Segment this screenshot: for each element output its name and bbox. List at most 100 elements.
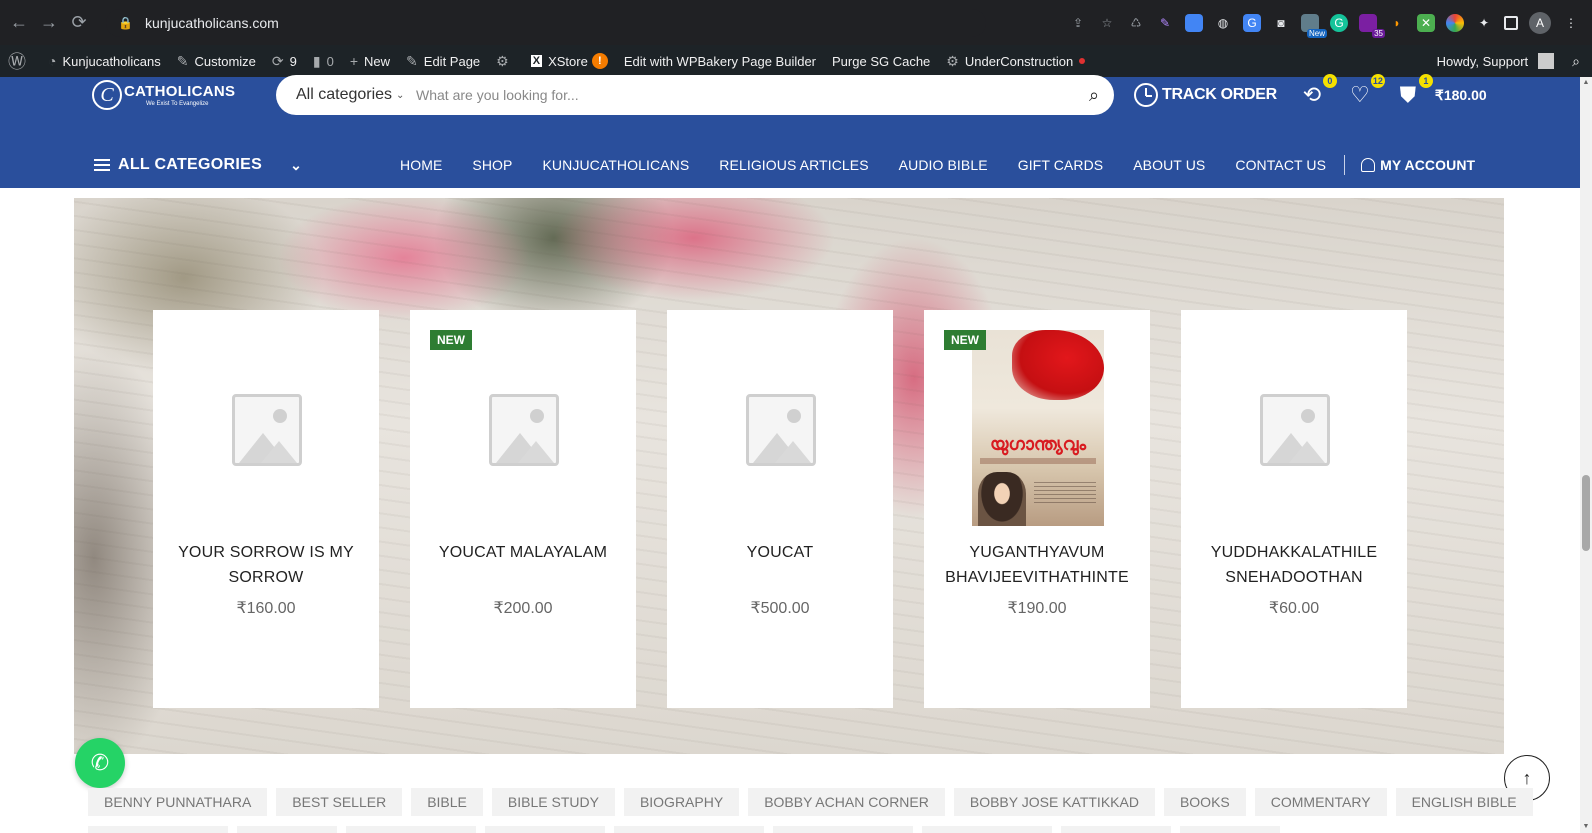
product-card[interactable]: യുഗാന്ത്യവും NEW YUGANTHYAVUM BHAVIJEEVIT…: [924, 310, 1150, 708]
tag-link[interactable]: ENGLISH BIBLE: [1395, 788, 1533, 816]
product-tags-row-2: [88, 826, 1488, 833]
color-ext-icon[interactable]: [1446, 14, 1464, 32]
recycle-icon[interactable]: ♺: [1127, 14, 1145, 32]
menu-contact-us[interactable]: CONTACT US: [1235, 157, 1326, 173]
grammarly-icon[interactable]: G: [1330, 14, 1348, 32]
menu-kunjucatholicans[interactable]: KUNJUCATHOLICANS: [542, 157, 689, 173]
menu: HOME SHOP KUNJUCATHOLICANS RELIGIOUS ART…: [400, 155, 1475, 175]
compare-icon[interactable]: ⟲ 0: [1299, 74, 1337, 108]
product-title[interactable]: YUDDHAKKALATHILE SNEHADOOTHAN: [1181, 540, 1407, 590]
scroll-down-icon[interactable]: ▼: [1582, 823, 1590, 831]
scroll-up-icon[interactable]: ▲: [1582, 79, 1590, 87]
tag-link[interactable]: BIBLE STUDY: [491, 788, 615, 816]
product-title[interactable]: YUGANTHYAVUM BHAVIJEEVITHATHINTE: [924, 540, 1150, 590]
menu-home[interactable]: HOME: [400, 157, 442, 173]
cart-icon[interactable]: ⛊ 1: [1395, 74, 1433, 108]
search-icon[interactable]: ⌕: [1074, 85, 1114, 106]
track-order-link[interactable]: TRACK ORDER: [1134, 83, 1277, 107]
category-select[interactable]: All categories ⌄: [276, 86, 416, 104]
orange-ext-icon[interactable]: ◗: [1388, 14, 1406, 32]
wp-customize-link[interactable]: ✎ Customize: [169, 45, 264, 77]
wp-under-construction-label: UnderConstruction: [964, 53, 1074, 69]
tag-link[interactable]: BIOGRAPHY: [623, 788, 740, 816]
menu-religious-articles[interactable]: RELIGIOUS ARTICLES: [719, 157, 868, 173]
tag-link[interactable]: COMMENTARY: [1254, 788, 1387, 816]
address-bar[interactable]: 🔒 kunjucatholicans.com: [106, 9, 986, 37]
new-badge: NEW: [944, 330, 986, 350]
star-icon[interactable]: ☆: [1098, 14, 1116, 32]
sidebar-icon[interactable]: [1504, 16, 1518, 30]
product-title[interactable]: YOUCAT MALAYALAM: [410, 540, 636, 565]
menu-shop[interactable]: SHOP: [472, 157, 512, 173]
reload-icon[interactable]: ⟳: [64, 8, 94, 38]
puzzle-icon[interactable]: ✦: [1475, 14, 1493, 32]
menu-audio-bible[interactable]: AUDIO BIBLE: [899, 157, 988, 173]
product-card[interactable]: YOUR SORROW IS MY SORROW ₹160.00: [153, 310, 379, 708]
wp-new-link[interactable]: + New: [342, 45, 398, 77]
pen-icon[interactable]: ✎: [1156, 14, 1174, 32]
purple-ext-icon[interactable]: 35: [1359, 14, 1385, 38]
robot-icon: ⚙: [496, 52, 509, 69]
track-order-label: TRACK ORDER: [1162, 86, 1277, 103]
wp-comments-link[interactable]: ▮ 0: [305, 45, 342, 77]
tag-link[interactable]: BENNY PUNNATHARA: [88, 788, 268, 816]
x-ext-icon[interactable]: ✕: [1417, 14, 1435, 32]
camera-icon[interactable]: ◙: [1272, 14, 1290, 32]
translate-icon[interactable]: G: [1243, 14, 1261, 32]
search-icon[interactable]: ⌕: [1572, 53, 1580, 70]
heart-icon[interactable]: ♡ 12: [1347, 74, 1385, 108]
browser-toolbar: ← → ⟳ 🔒 kunjucatholicans.com ⇪ ☆ ♺ ✎ ◍ G…: [0, 0, 1592, 45]
menu-about-us[interactable]: ABOUT US: [1133, 157, 1205, 173]
wp-edit-page-link[interactable]: ✎ Edit Page: [398, 45, 488, 77]
product-title[interactable]: YOUCAT: [667, 540, 893, 565]
chevron-down-icon: ⌄: [290, 156, 303, 173]
site-header: C CATHOLICANS We Exist To Evangelize All…: [0, 74, 1580, 189]
tag-link[interactable]: BIBLE: [411, 788, 483, 816]
wp-updates-link[interactable]: ⟳ 9: [264, 45, 305, 77]
wp-site-link[interactable]: ◔ Kunjucatholicans: [40, 45, 169, 77]
product-card[interactable]: NEW YOUCAT MALAYALAM ₹200.00: [410, 310, 636, 708]
menu-gift-cards[interactable]: GIFT CARDS: [1018, 157, 1104, 173]
share-icon[interactable]: ⇪: [1069, 14, 1087, 32]
arrow-up-icon: ↑: [1522, 767, 1532, 788]
forward-icon[interactable]: →: [34, 8, 64, 38]
wp-howdy-link[interactable]: Howdy, Support: [1437, 54, 1529, 69]
product-title[interactable]: YOUR SORROW IS MY SORROW: [153, 540, 379, 590]
back-icon[interactable]: ←: [4, 8, 34, 38]
more-menu-icon[interactable]: ⋮: [1562, 14, 1580, 32]
product-card[interactable]: YUDDHAKKALATHILE SNEHADOOTHAN ₹60.00: [1181, 310, 1407, 708]
tag-link[interactable]: BOOKS: [1163, 788, 1246, 816]
wp-purge-link[interactable]: Purge SG Cache: [824, 45, 938, 77]
my-account-link[interactable]: MY ACCOUNT: [1361, 157, 1475, 173]
comment-icon: ▮: [312, 52, 321, 69]
wp-user-avatar[interactable]: [1538, 53, 1555, 69]
cart-count-badge: 1: [1418, 74, 1433, 88]
tag-link[interactable]: BOBBY ACHAN CORNER: [748, 788, 945, 816]
wp-under-construction-link[interactable]: ⚙ UnderConstruction: [938, 45, 1093, 77]
wp-robot-link[interactable]: ⚙: [488, 45, 523, 77]
whatsapp-icon[interactable]: ✆: [75, 738, 125, 788]
new-badge: NEW: [430, 330, 472, 350]
product-price: ₹160.00: [236, 600, 296, 617]
main-nav: ALL CATEGORIES ⌄ HOME SHOP KUNJUCATHOLIC…: [0, 141, 1580, 189]
scrollbar-thumb[interactable]: [1582, 475, 1590, 551]
wp-wpbakery-link[interactable]: Edit with WPBakery Page Builder: [616, 45, 824, 77]
profile-avatar[interactable]: A: [1529, 12, 1551, 34]
docs-icon[interactable]: [1185, 14, 1203, 32]
all-categories-toggle[interactable]: ALL CATEGORIES ⌄: [94, 156, 302, 174]
wp-xstore-link[interactable]: X XStore!: [523, 45, 616, 77]
search-input[interactable]: [416, 80, 1074, 110]
page-scrollbar[interactable]: ▲ ▼: [1580, 77, 1592, 833]
tag-link[interactable]: BOBBY JOSE KATTIKKAD: [953, 788, 1155, 816]
image-placeholder-icon: [1260, 394, 1330, 466]
wordpress-logo-icon[interactable]: Ⓦ: [0, 45, 40, 77]
site-logo[interactable]: C CATHOLICANS We Exist To Evangelize: [92, 80, 235, 110]
globe-icon[interactable]: ◍: [1214, 14, 1232, 32]
new-ext-icon[interactable]: New: [1301, 14, 1327, 38]
product-card[interactable]: YOUCAT ₹500.00: [667, 310, 893, 708]
wp-purge-label: Purge SG Cache: [832, 53, 931, 69]
cart-total[interactable]: ₹180.00: [1435, 87, 1487, 104]
tag-link[interactable]: BEST SELLER: [276, 788, 403, 816]
product-tags: BENNY PUNNATHARA BEST SELLER BIBLE BIBLE…: [88, 788, 1533, 818]
book-cover-image[interactable]: യുഗാന്ത്യവും: [972, 330, 1104, 526]
